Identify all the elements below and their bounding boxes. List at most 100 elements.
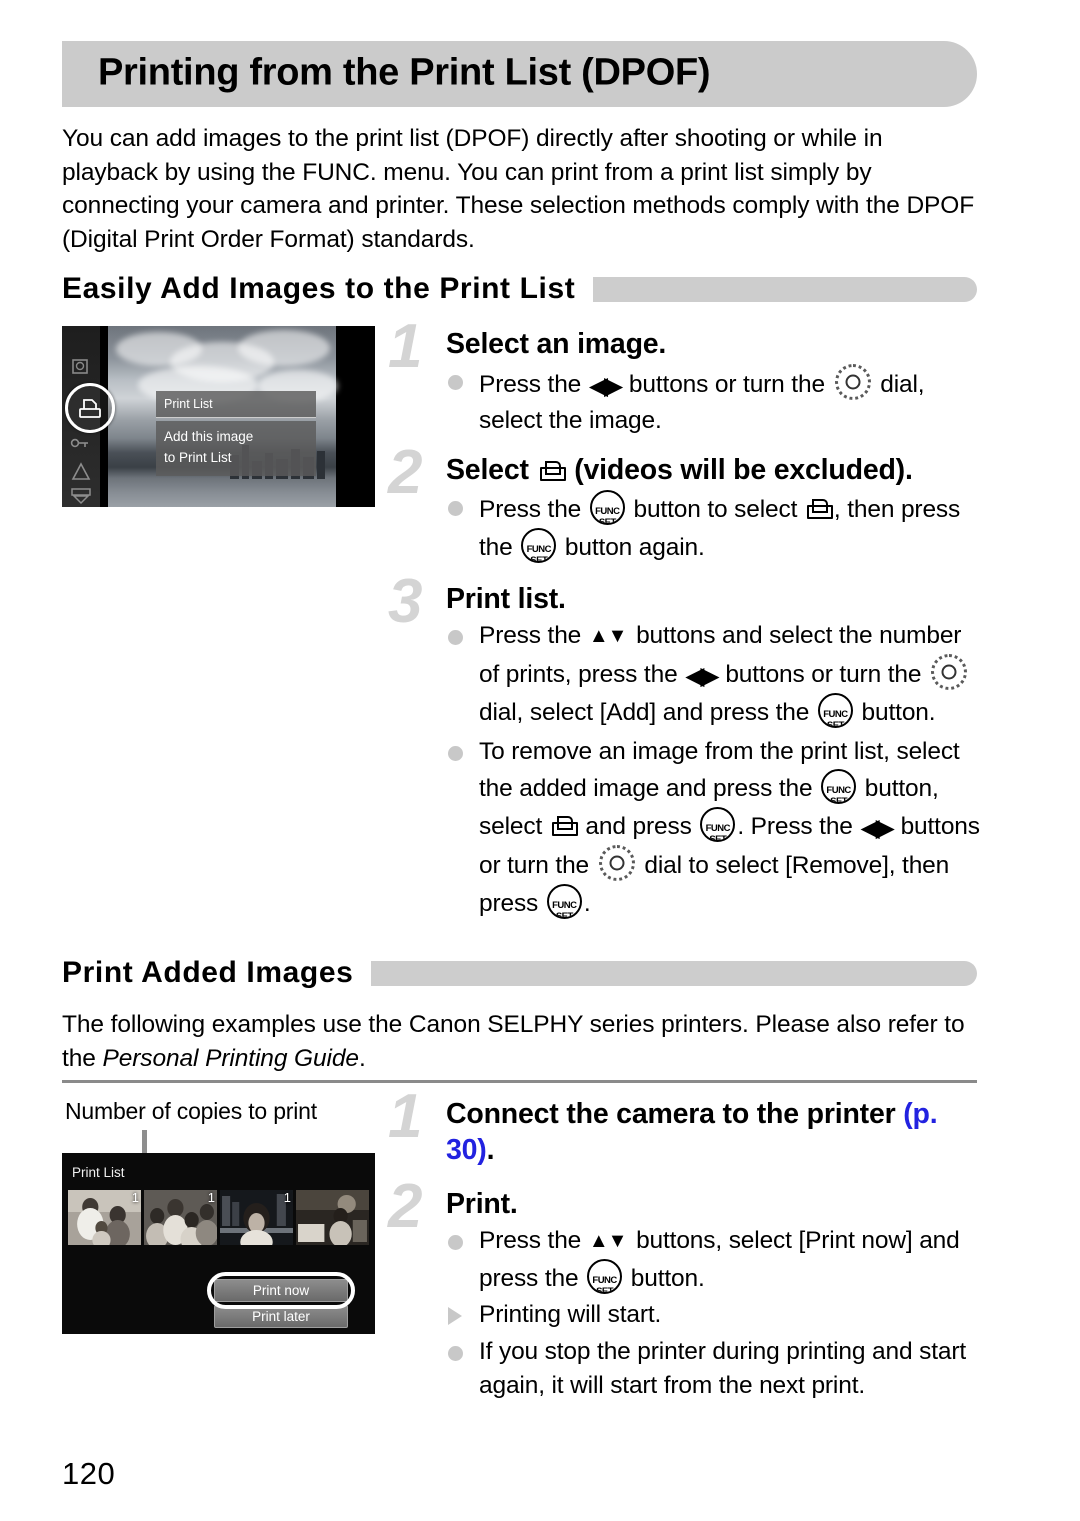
thumbnail-item[interactable] [296, 1190, 369, 1245]
step-bullet: Press the FUNC SET button to select , the… [446, 490, 988, 565]
step-number: 2 [388, 1172, 423, 1241]
bullet-dot-icon [448, 630, 463, 645]
step-title-tail: . [486, 1134, 495, 1166]
bullet-dot-icon [448, 1345, 463, 1361]
steps-print-added-images: 1 Connect the camera to the printer (p. … [388, 1086, 988, 1410]
left-right-buttons-icon: ◀▶ [860, 813, 895, 842]
section-heading-print-added-images: Print Added Images [62, 956, 977, 990]
camera-screen-func-menu: Print List Add this image to Print List [62, 326, 375, 507]
personal-printing-guide-title: Personal Printing Guide [102, 1044, 359, 1072]
callout-label-number-of-copies: Number of copies to print [65, 1098, 317, 1124]
section-divider [62, 1080, 977, 1083]
rotate-icon[interactable] [70, 462, 92, 482]
thumbnail-photo [68, 1190, 141, 1245]
bullet-text: Printing will start. [479, 1301, 662, 1328]
func-set-button-icon: FUNC SET [521, 527, 557, 563]
step-number: 2 [388, 438, 423, 507]
page-header-bar: Printing from the Print List (DPOF) [62, 41, 977, 107]
bullet-dot-icon [448, 375, 463, 390]
thumbnail-photo [220, 1190, 293, 1245]
bullet-text-d: . Press the [737, 812, 860, 840]
step-bullet: Press the ▲▼ buttons, select [Print now]… [446, 1224, 988, 1296]
step-number: 1 [388, 1082, 423, 1151]
step-number: 1 [388, 312, 423, 381]
steps-easily-add-images: 1 Select an image. Press the ◀▶ buttons … [388, 316, 988, 927]
section-heading-bar [593, 276, 977, 302]
print-icon [806, 499, 833, 521]
bullet-text-e: button. [854, 699, 936, 726]
thumbnail-copy-count: 1 [131, 1190, 139, 1205]
func-menu-body: Add this image to Print List [156, 421, 316, 476]
control-dial-icon [834, 364, 871, 400]
left-right-buttons-icon: ◀▶ [685, 661, 720, 690]
func-set-button-icon: FUNC SET [589, 490, 625, 525]
intro-paragraph: You can add images to the print list (DP… [62, 125, 975, 253]
step-title: Select (videos will be excluded). [446, 452, 988, 488]
bullet-text-c: button. [624, 1264, 705, 1292]
step-bullet: Press the ▲▼ buttons and select the numb… [446, 619, 988, 731]
section-heading-bar [371, 960, 977, 986]
up-down-buttons-icon: ▲▼ [588, 1230, 628, 1252]
filter-icon[interactable] [70, 486, 92, 506]
thumbnail-photo [296, 1190, 369, 1245]
result-triangle-icon [448, 1307, 462, 1325]
bullet-dot-icon [448, 501, 463, 516]
protect-key-icon[interactable] [70, 433, 92, 453]
print-icon [79, 398, 101, 418]
control-dial-icon [598, 845, 635, 881]
bullet-dot-icon [448, 1235, 463, 1250]
magnify-icon[interactable] [70, 358, 92, 378]
bullet-text-a: Press the [479, 1227, 588, 1254]
step-bullet: If you stop the printer during printing … [446, 1335, 988, 1404]
bullet-text-b: button to select [626, 496, 804, 523]
bullet-text-a: Press the [479, 371, 588, 398]
step-bullet: Press the ◀▶ buttons or turn the dial, s… [446, 364, 988, 438]
thumbnail-item[interactable]: 1 [68, 1190, 141, 1245]
bullet-text-b: buttons or turn the [622, 371, 832, 398]
thumbnail-copy-count: 1 [283, 1190, 291, 1205]
control-dial-icon [930, 653, 967, 690]
step-bullet: To remove an image from the print list, … [446, 735, 988, 922]
page-title: Printing from the Print List (DPOF) [98, 51, 711, 94]
func-set-button-icon: FUNC SET [587, 1258, 623, 1294]
step-3: 3 Print list. Press the ▲▼ buttons and s… [388, 571, 988, 922]
section2-intro-line1: The following examples use the Canon SEL… [62, 1011, 881, 1038]
page-number: 120 [62, 1456, 116, 1491]
step-2: 2 Print. Press the ▲▼ buttons, select [P… [388, 1176, 988, 1404]
print-icon [539, 461, 566, 483]
func-set-button-icon: FUNC SET [817, 693, 853, 728]
thumbnail-copy-count: 1 [207, 1190, 215, 1205]
up-down-buttons-icon: ▲▼ [588, 625, 628, 647]
step-title-prefix: Select [446, 454, 537, 486]
camera-screen-print-list: Print List 1 1 1 Print now Print later [62, 1153, 375, 1334]
section-heading-easily-add-images: Easily Add Images to the Print List [62, 272, 977, 306]
step-2: 2 Select (videos will be excluded). Pres… [388, 442, 988, 565]
print-list-screen-title: Print List [72, 1165, 125, 1180]
bullet-text-d: dial, select [Add] and press the [479, 699, 816, 726]
section-heading-label: Easily Add Images to the Print List [62, 272, 576, 305]
bullet-dot-icon [448, 745, 463, 761]
bullet-text-d: button again. [558, 533, 705, 561]
section2-intro-paragraph: The following examples use the Canon SEL… [62, 1008, 982, 1075]
step-title-main: Connect the camera to the printer [446, 1098, 896, 1130]
func-selected-print-item[interactable] [65, 383, 115, 433]
step-bullet-result: Printing will start. [446, 1298, 988, 1333]
bullet-text-a: Press the [479, 496, 588, 523]
print-now-selection-ring [207, 1272, 355, 1309]
func-set-button-icon: FUNC SET [546, 883, 582, 919]
thumbnail-photo [144, 1190, 217, 1245]
step-number: 3 [388, 567, 423, 636]
print-icon [551, 815, 578, 838]
thumbnail-item[interactable]: 1 [220, 1190, 293, 1245]
bullet-text-g: . [583, 889, 591, 917]
func-menu-body-line2: to Print List [164, 450, 232, 465]
func-set-button-icon: FUNC SET [821, 769, 857, 804]
bullet-text-a: Press the [479, 622, 588, 649]
bullet-text-c: and press [578, 812, 699, 840]
thumbnail-item[interactable]: 1 [144, 1190, 217, 1245]
city-building [317, 451, 325, 479]
bullet-text: If you stop the printer during printing … [479, 1337, 967, 1400]
step-1: 1 Select an image. Press the ◀▶ buttons … [388, 316, 988, 438]
cloud-shape [238, 330, 330, 366]
print-list-thumbnail-strip: 1 1 1 [68, 1190, 369, 1245]
